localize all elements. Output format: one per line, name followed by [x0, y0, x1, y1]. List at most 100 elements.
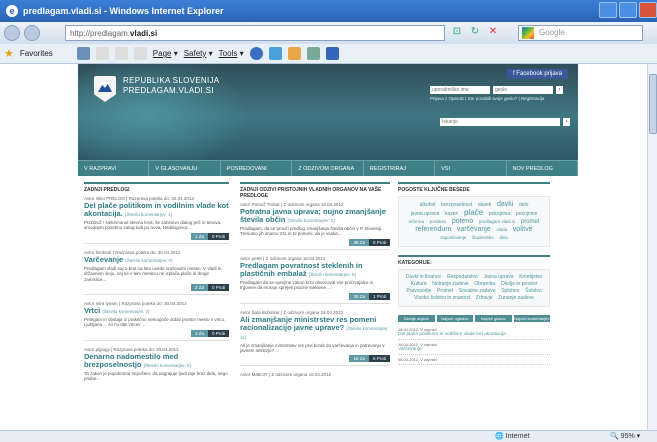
login-submit-button[interactable]: › — [556, 86, 563, 94]
addon-icon-1[interactable] — [268, 47, 282, 60]
vote-against-button[interactable]: 0 Proti — [368, 238, 390, 246]
forward-button[interactable] — [24, 25, 40, 41]
category-link[interactable]: Socialne zadeve — [459, 288, 496, 294]
vote-against-button[interactable]: 0 Proti — [207, 284, 229, 292]
category-link[interactable]: Gospodarstvo — [447, 274, 478, 280]
tag-link[interactable]: poslanci — [430, 219, 447, 224]
tag-link[interactable]: reforma — [408, 219, 424, 224]
tag-link[interactable]: študentsko — [472, 235, 494, 240]
category-link[interactable]: Kultura — [411, 281, 427, 287]
maximize-button[interactable] — [619, 2, 637, 18]
scrollbar[interactable] — [647, 64, 657, 430]
page-menu[interactable]: Page ▾ — [153, 49, 178, 58]
vote-for-button[interactable]: 18 Za — [349, 355, 369, 363]
tag-link[interactable]: pokojnina — [489, 211, 510, 217]
close-button[interactable] — [639, 2, 657, 18]
tag-link[interactable]: plače — [464, 208, 483, 217]
nav-nov-predlog[interactable]: NOV PREDLOG — [507, 161, 578, 176]
article-title[interactable]: Del plače politikom in vodilnim vlade ko… — [84, 202, 229, 219]
print-icon[interactable] — [133, 47, 147, 60]
tag-link[interactable]: predlagam vladi.si — [479, 219, 515, 224]
search-input[interactable]: Google — [518, 25, 643, 41]
category-link[interactable]: Kmetijstvo — [519, 274, 542, 280]
site-name[interactable]: REPUBLIKA SLOVENIJA PREDLAGAM.VLADI.SI — [123, 76, 219, 96]
refresh-icon[interactable]: ↻ — [468, 25, 482, 39]
tag-link[interactable]: kazen — [445, 211, 458, 217]
vote-for-button[interactable]: 2 Za — [190, 284, 208, 292]
site-search-button[interactable]: › — [563, 118, 570, 126]
site-search-input[interactable] — [440, 118, 560, 126]
tag-link[interactable]: davki — [497, 201, 513, 208]
vote-against-button[interactable]: 6 Proti — [368, 355, 390, 363]
article-title[interactable]: Vrtci (Število komentarjev: 2) — [84, 307, 229, 316]
category-link[interactable]: Javna uprava — [484, 274, 514, 280]
tab-most-comments[interactable]: Največ komentarjev — [513, 315, 550, 322]
vote-against-button[interactable]: 0 Proti — [207, 329, 229, 337]
addon-icon-2[interactable] — [287, 47, 301, 60]
article-title[interactable]: Predlagam povratnost steklenih in plasti… — [240, 261, 390, 279]
mail-icon[interactable] — [114, 47, 128, 60]
minimize-button[interactable] — [599, 2, 617, 18]
tag-link[interactable]: delo — [499, 235, 508, 240]
category-link[interactable]: Šolstvo — [525, 288, 541, 294]
article-title[interactable]: Ali zmanjšanje ministrstev res pomeni ra… — [240, 315, 390, 342]
tag-link[interactable]: pokojnine — [516, 211, 537, 217]
vote-against-button[interactable]: 0 Proti — [207, 232, 229, 240]
password-field[interactable] — [493, 86, 553, 94]
tag-link[interactable]: promet — [521, 219, 540, 225]
vote-against-button[interactable]: 1 Proti — [368, 292, 390, 300]
category-link[interactable]: Zdravje — [476, 295, 493, 301]
nav-registriraj[interactable]: REGISTRIRAJ — [364, 161, 436, 176]
vote-for-button[interactable]: 3 Za — [190, 329, 208, 337]
tag-link[interactable]: varčevanje — [457, 226, 491, 233]
stop-icon[interactable]: ✕ — [486, 25, 500, 39]
tag-link[interactable]: volitve — [513, 226, 533, 233]
tab-most-viewed[interactable]: Največ ogledov — [436, 315, 473, 322]
category-link[interactable]: Pravosodje — [406, 288, 431, 294]
category-link[interactable]: Notranje zadeve — [432, 281, 468, 287]
addon-icon-4[interactable] — [325, 47, 339, 60]
vote-for-button[interactable]: 38 Za — [349, 292, 369, 300]
login-links[interactable]: Prijava z OpenID | Ste pozabili svoje ge… — [430, 96, 570, 101]
category-link[interactable]: Promet — [437, 288, 453, 294]
favorites-button[interactable]: Favorites — [20, 49, 53, 58]
category-link[interactable]: Obramba — [474, 281, 495, 287]
favorites-star-icon[interactable]: ★ — [4, 47, 14, 60]
article-title[interactable]: Potratna javna uprava; nujno zmanjšanje … — [240, 208, 390, 225]
scrollbar-thumb[interactable] — [649, 74, 657, 134]
username-field[interactable] — [430, 86, 490, 94]
nav-v-razpravi[interactable]: V RAZPRAVI — [78, 161, 150, 176]
list-item[interactable]: 08.04.2012, V zapravi — [398, 355, 550, 365]
tools-menu[interactable]: Tools ▾ — [219, 49, 244, 58]
help-icon[interactable] — [249, 47, 263, 60]
tag-link[interactable]: referendum — [415, 226, 451, 233]
back-button[interactable] — [4, 25, 20, 41]
tag-link[interactable]: poteno — [452, 218, 473, 225]
tag-link[interactable]: alkohol — [420, 202, 436, 208]
nav-z-odzivom[interactable]: Z ODZIVOM ORGANA — [292, 161, 364, 176]
facebook-login-button[interactable]: f Facebook prijava — [506, 69, 568, 79]
nav-v-glasovanju[interactable]: V GLASOVANJU — [149, 161, 221, 176]
home-icon[interactable] — [76, 47, 90, 60]
nav-vsi[interactable]: VSI — [435, 161, 507, 176]
tag-link[interactable]: zaposlovanje — [440, 235, 466, 240]
category-link[interactable]: Sploheo — [501, 288, 519, 294]
tab-latest[interactable]: Zadnje objave — [398, 315, 435, 322]
category-link[interactable]: Davki in finance — [406, 274, 441, 280]
url-input[interactable]: http://predlagam. vladi.si — [65, 25, 445, 41]
zoom-level[interactable]: 🔍 95% ▾ — [610, 432, 640, 440]
category-link[interactable]: Okolje in prostor — [501, 281, 537, 287]
category-link[interactable]: Visoko šolstvo in znanost — [414, 295, 470, 301]
article-title[interactable]: Varčevanje (Število komentarjev: 0) — [84, 255, 229, 265]
addon-icon-3[interactable] — [306, 47, 320, 60]
compat-icon[interactable]: ⊡ — [450, 25, 464, 39]
list-item[interactable]: 16.04.2012, V zapravi Varčevanje — [398, 340, 550, 355]
vote-for-button[interactable]: 38 Za — [349, 238, 369, 246]
article-title[interactable]: Denarno nadomestilo med brezposelnostjo … — [84, 352, 229, 370]
tab-most-votes[interactable]: Največ glasov — [475, 315, 512, 322]
category-link[interactable]: Zunanje zadeve — [498, 295, 534, 301]
list-item[interactable]: 18.04.2012, V zapravi Del plače politiko… — [398, 325, 550, 340]
safety-menu[interactable]: Safety ▾ — [184, 49, 213, 58]
nav-posredovani[interactable]: POSREDOVANI — [221, 161, 293, 176]
tag-link[interactable]: delo — [519, 202, 528, 208]
